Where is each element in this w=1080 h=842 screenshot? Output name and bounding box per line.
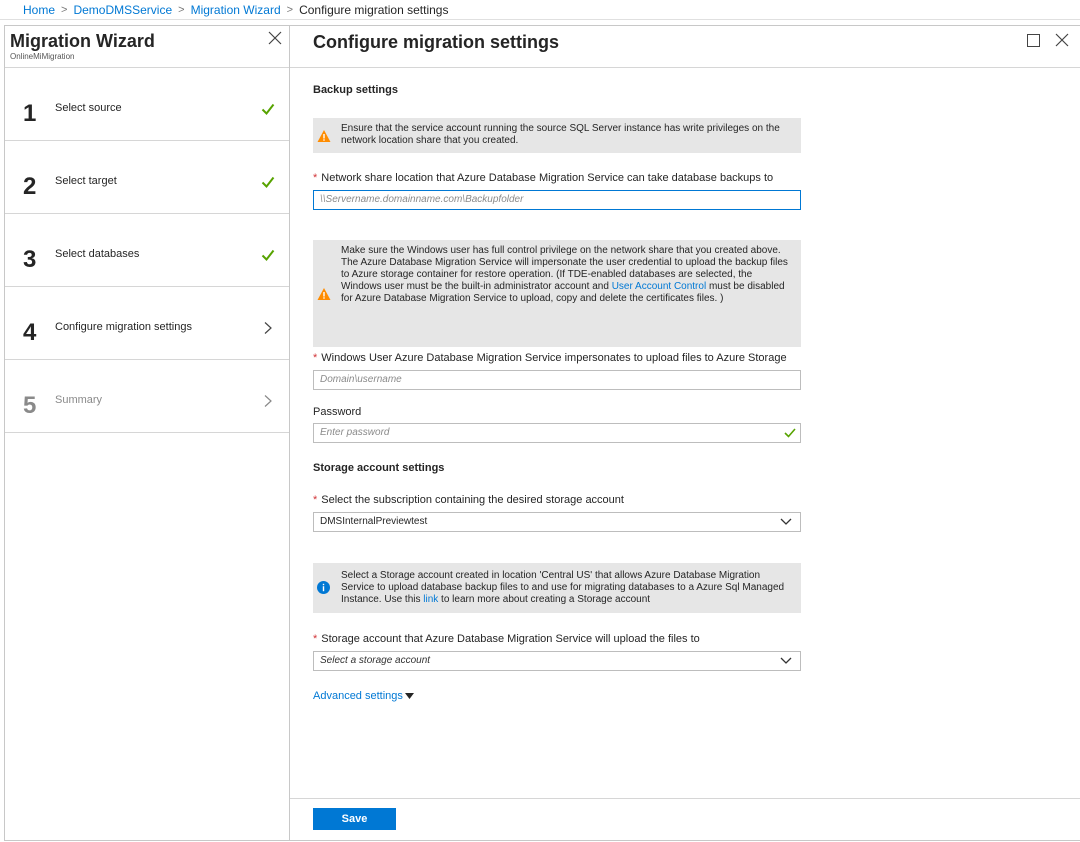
warning-icon [317,130,331,142]
warning-icon [317,288,331,300]
user-account-control-link[interactable]: User Account Control [612,281,707,292]
subscription-label: * Select the subscription containing the … [313,494,624,506]
step-number: 2 [23,173,37,200]
password-label: Password [313,406,362,418]
wizard-step-configure-migration-settings[interactable]: 4 Configure migration settings [5,287,289,360]
step-number: 1 [23,100,37,127]
checkmark-icon [261,103,275,116]
storage-info-link[interactable]: link [423,594,438,605]
network-share-input[interactable]: \\Servername.domainname.com\Backupfolder [313,190,801,210]
step-label: Select databases [55,248,140,260]
main-footer: Save [290,798,1080,840]
advanced-settings-label: Advanced settings [313,690,403,702]
step-number: 5 [23,392,37,419]
windows-user-label-text: Windows User Azure Database Migration Se… [321,352,787,364]
password-input[interactable]: Enter password [313,423,801,443]
wizard-step-summary[interactable]: 5 Summary [5,360,289,433]
step-label: Select target [55,175,117,187]
breadcrumb-home[interactable]: Home [23,3,55,17]
info-banner-storage-account: Select a Storage account created in loca… [313,563,801,613]
windows-user-label: * Windows User Azure Database Migration S… [313,352,787,364]
password-placeholder: Enter password [320,427,390,438]
advanced-settings-toggle[interactable]: Advanced settings [313,690,414,702]
network-share-label: * Network share location that Azure Datab… [313,172,773,184]
storage-account-placeholder: Select a storage account [320,655,431,666]
wizard-step-select-source[interactable]: 1 Select source [5,68,289,141]
required-marker: * [313,494,318,506]
breadcrumb-separator-icon: > [178,3,185,16]
wizard-step-select-target[interactable]: 2 Select target [5,141,289,214]
warning-banner-permissions: Ensure that the service account running … [313,118,801,153]
maximize-icon[interactable] [1027,34,1040,47]
subscription-value: DMSInternalPreviewtest [320,516,428,527]
storage-account-label: * Storage account that Azure Database Mig… [313,633,700,645]
close-icon[interactable] [1054,32,1070,48]
chevron-down-icon [780,657,792,664]
step-label: Configure migration settings [55,321,192,333]
breadcrumb-separator-icon: > [286,3,294,16]
save-button[interactable]: Save [313,808,396,830]
network-share-label-text: Network share location that Azure Databa… [321,172,774,184]
checkmark-icon [261,176,275,189]
chevron-right-icon [264,322,272,334]
step-number: 4 [23,319,37,346]
wizard-title: Migration Wizard [10,31,155,51]
windows-user-input[interactable]: Domain\username [313,370,801,390]
required-marker: * [313,352,318,364]
required-marker: * [313,633,318,645]
main-header: Configure migration settings [290,26,1080,68]
caret-down-icon [404,693,414,700]
wizard-header: Migration Wizard OnlineMiMigration [5,26,289,68]
main-body: Backup settings Ensure that the service … [290,68,1080,800]
wizard-step-select-databases[interactable]: 3 Select databases [5,214,289,287]
breadcrumb-current: Configure migration settings [299,2,449,17]
page-title: Configure migration settings [313,32,560,52]
subscription-label-text: Select the subscription containing the d… [321,494,624,506]
step-label: Summary [55,394,103,406]
storage-account-settings-heading: Storage account settings [313,462,445,474]
step-number: 3 [23,246,37,273]
checkmark-icon [784,428,796,438]
wizard-subtitle: OnlineMiMigration [10,52,75,61]
storage-account-select[interactable]: Select a storage account [313,651,801,671]
main-pane: Configure migration settings Backup sett… [290,25,1080,841]
close-icon[interactable] [267,30,283,46]
chevron-down-icon [780,518,792,525]
breadcrumb-wizard[interactable]: Migration Wizard [191,3,281,17]
step-label: Select source [55,102,122,114]
breadcrumb-service[interactable]: DemoDMSService [73,3,172,17]
warning-text: Ensure that the service account running … [341,123,780,146]
storage-account-label-text: Storage account that Azure Database Migr… [321,633,700,645]
info-icon [317,581,330,594]
breadcrumb: Home > DemoDMSService > Migration Wizard… [0,0,1080,20]
warning-text: Make sure the Windows user has full cont… [341,245,793,305]
checkmark-icon [261,249,275,262]
chevron-right-icon [264,395,272,407]
info-text-part2: to learn more about creating a Storage a… [438,594,651,605]
wizard-pane: Migration Wizard OnlineMiMigration 1 Sel… [4,25,290,841]
required-marker: * [313,172,318,184]
backup-settings-heading: Backup settings [313,84,398,96]
warning-banner-windows-user: Make sure the Windows user has full cont… [313,240,801,347]
subscription-select[interactable]: DMSInternalPreviewtest [313,512,801,532]
info-text: Select a Storage account created in loca… [341,570,793,606]
breadcrumb-separator-icon: > [61,3,68,16]
